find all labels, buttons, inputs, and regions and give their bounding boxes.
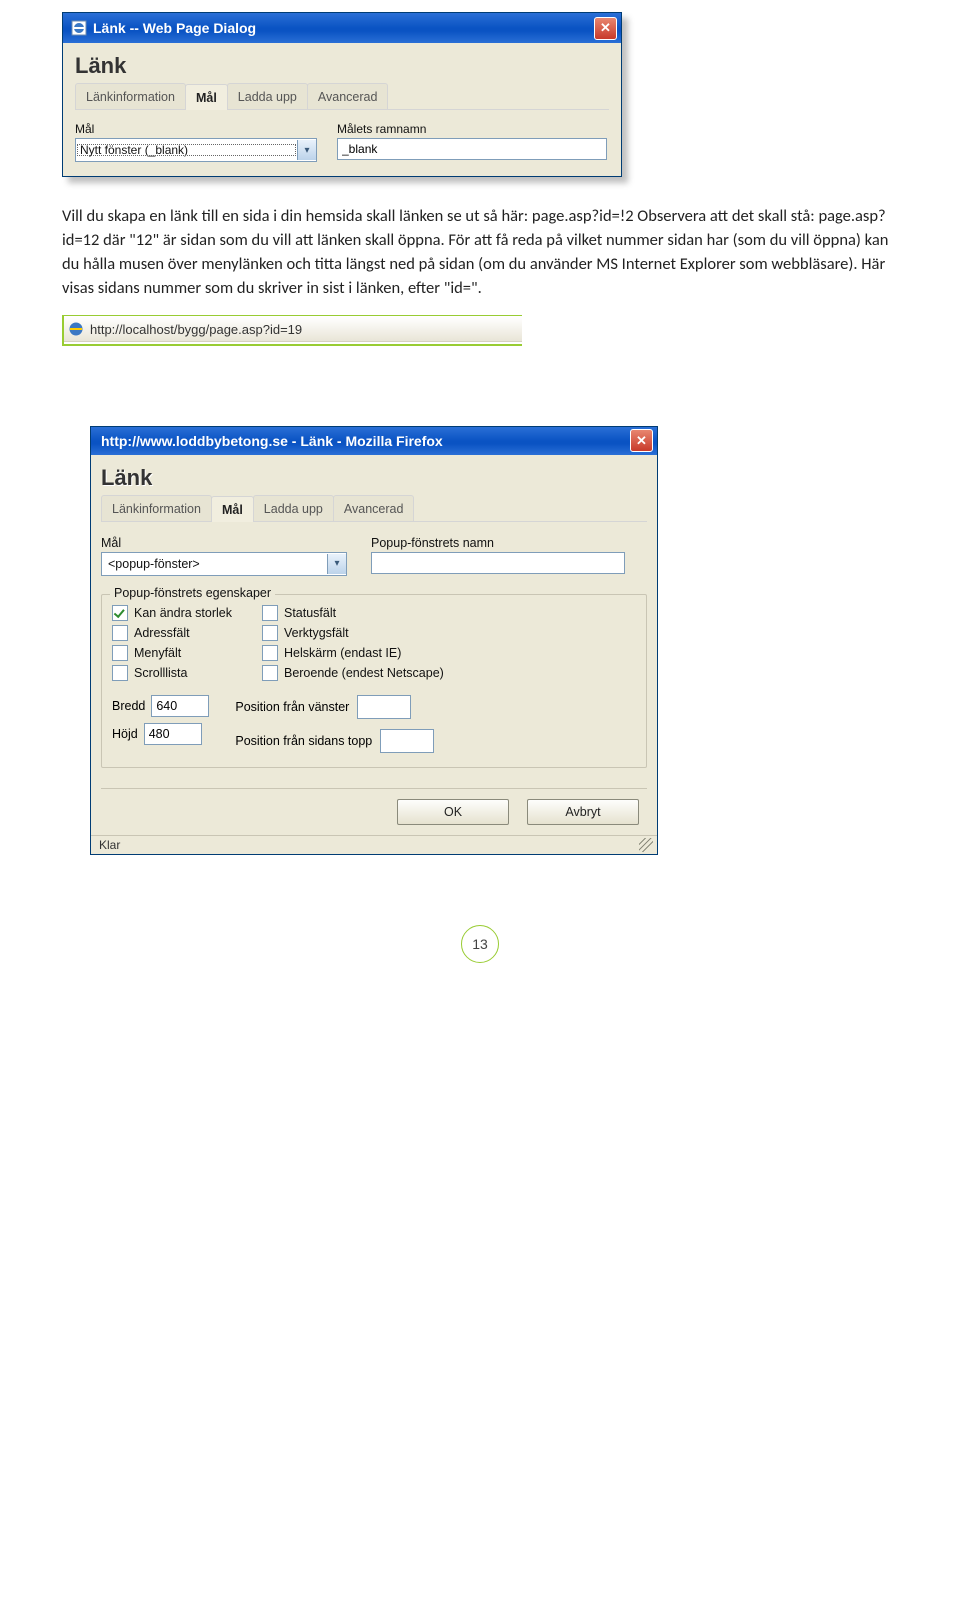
checkbox-label: Kan ändra storlek bbox=[134, 606, 232, 620]
target-frame-label: Målets ramnamn bbox=[337, 122, 607, 136]
checkbox-label: Adressfält bbox=[134, 626, 190, 640]
popup-name-label: Popup-fönstrets namn bbox=[371, 536, 625, 550]
pos-left-label: Position från vänster bbox=[235, 700, 349, 714]
browser-statusbar: http://localhost/bygg/page.asp?id=19 bbox=[62, 315, 522, 346]
chevron-down-icon: ▾ bbox=[297, 140, 316, 160]
tab-advanced[interactable]: Avancerad bbox=[307, 83, 389, 109]
close-icon: ✕ bbox=[600, 20, 611, 36]
ok-button[interactable]: OK bbox=[397, 799, 509, 825]
group-title: Popup-fönstrets egenskaper bbox=[110, 586, 275, 600]
target-frame-input[interactable] bbox=[337, 138, 607, 160]
instruction-paragraph: Vill du skapa en länk till en sida i din… bbox=[62, 205, 898, 301]
target-label: Mål bbox=[75, 122, 317, 136]
target-select[interactable]: Nytt fönster (_blank) ▾ bbox=[75, 138, 317, 162]
popup-name-input[interactable] bbox=[371, 552, 625, 574]
checkbox[interactable] bbox=[262, 665, 278, 681]
checkbox[interactable] bbox=[262, 605, 278, 621]
page-number: 13 bbox=[461, 925, 499, 963]
checkbox-row[interactable]: Adressfält bbox=[112, 625, 232, 641]
checkbox-row[interactable]: Beroende (endest Netscape) bbox=[262, 665, 444, 681]
checkbox-label: Verktygsfält bbox=[284, 626, 349, 640]
checkbox[interactable] bbox=[112, 605, 128, 621]
pos-top-label: Position från sidans topp bbox=[235, 734, 372, 748]
cancel-button[interactable]: Avbryt bbox=[527, 799, 639, 825]
ie-page-icon bbox=[71, 20, 87, 36]
chevron-down-icon: ▾ bbox=[327, 554, 346, 574]
checkbox-label: Scrolllista bbox=[134, 666, 188, 680]
tab-target[interactable]: Mål bbox=[185, 84, 228, 110]
checkbox-label: Helskärm (endast IE) bbox=[284, 646, 401, 660]
tab-target[interactable]: Mål bbox=[211, 496, 254, 522]
checkbox[interactable] bbox=[112, 665, 128, 681]
titlebar[interactable]: Länk -- Web Page Dialog ✕ bbox=[63, 13, 621, 43]
ie-icon bbox=[68, 321, 84, 337]
checkbox[interactable] bbox=[262, 625, 278, 641]
checkbox-label: Menyfält bbox=[134, 646, 181, 660]
close-button[interactable]: ✕ bbox=[630, 429, 653, 452]
window-title: http://www.loddbybetong.se - Länk - Mozi… bbox=[95, 433, 630, 449]
close-button[interactable]: ✕ bbox=[594, 17, 617, 40]
tab-advanced[interactable]: Avancerad bbox=[333, 495, 415, 521]
width-label: Bredd bbox=[112, 699, 145, 713]
checkbox-row[interactable]: Verktygsfält bbox=[262, 625, 444, 641]
button-bar: OK Avbryt bbox=[101, 788, 647, 835]
width-input[interactable] bbox=[151, 695, 209, 717]
close-icon: ✕ bbox=[636, 433, 647, 449]
target-select[interactable]: <popup-fönster> ▾ bbox=[101, 552, 347, 576]
tab-linkinfo[interactable]: Länkinformation bbox=[101, 495, 212, 521]
tabs: Länkinformation Mål Ladda upp Avancerad bbox=[101, 495, 647, 522]
dialog-heading: Länk bbox=[101, 465, 647, 491]
height-label: Höjd bbox=[112, 727, 138, 741]
resize-grip-icon[interactable] bbox=[639, 838, 653, 852]
tabs: Länkinformation Mål Ladda upp Avancerad bbox=[75, 83, 609, 110]
checkbox-row[interactable]: Helskärm (endast IE) bbox=[262, 645, 444, 661]
dialog-statusbar: Klar bbox=[91, 835, 657, 854]
window-title: Länk -- Web Page Dialog bbox=[93, 20, 594, 36]
target-select-value: <popup-fönster> bbox=[102, 557, 327, 571]
checkbox-row[interactable]: Kan ändra storlek bbox=[112, 605, 232, 621]
checkbox-row[interactable]: Statusfält bbox=[262, 605, 444, 621]
checkbox[interactable] bbox=[112, 645, 128, 661]
checkbox-row[interactable]: Menyfält bbox=[112, 645, 232, 661]
status-text: Klar bbox=[99, 838, 120, 852]
pos-top-input[interactable] bbox=[380, 729, 434, 753]
tab-upload[interactable]: Ladda upp bbox=[227, 83, 308, 109]
checkbox[interactable] bbox=[262, 645, 278, 661]
tab-linkinfo[interactable]: Länkinformation bbox=[75, 83, 186, 109]
dialog-heading: Länk bbox=[75, 53, 609, 79]
checkbox-label: Statusfält bbox=[284, 606, 336, 620]
pos-left-input[interactable] bbox=[357, 695, 411, 719]
tab-upload[interactable]: Ladda upp bbox=[253, 495, 334, 521]
checkbox[interactable] bbox=[112, 625, 128, 641]
checkbox-label: Beroende (endest Netscape) bbox=[284, 666, 444, 680]
link-dialog-firefox: http://www.loddbybetong.se - Länk - Mozi… bbox=[90, 426, 658, 855]
checkbox-row[interactable]: Scrolllista bbox=[112, 665, 232, 681]
statusbar-url: http://localhost/bygg/page.asp?id=19 bbox=[90, 322, 302, 337]
height-input[interactable] bbox=[144, 723, 202, 745]
target-select-value: Nytt fönster (_blank) bbox=[76, 143, 297, 157]
target-label: Mål bbox=[101, 536, 347, 550]
link-dialog-ie: Länk -- Web Page Dialog ✕ Länk Länkinfor… bbox=[62, 12, 622, 177]
titlebar[interactable]: http://www.loddbybetong.se - Länk - Mozi… bbox=[91, 427, 657, 455]
popup-properties-group: Popup-fönstrets egenskaper Kan ändra sto… bbox=[101, 594, 647, 768]
